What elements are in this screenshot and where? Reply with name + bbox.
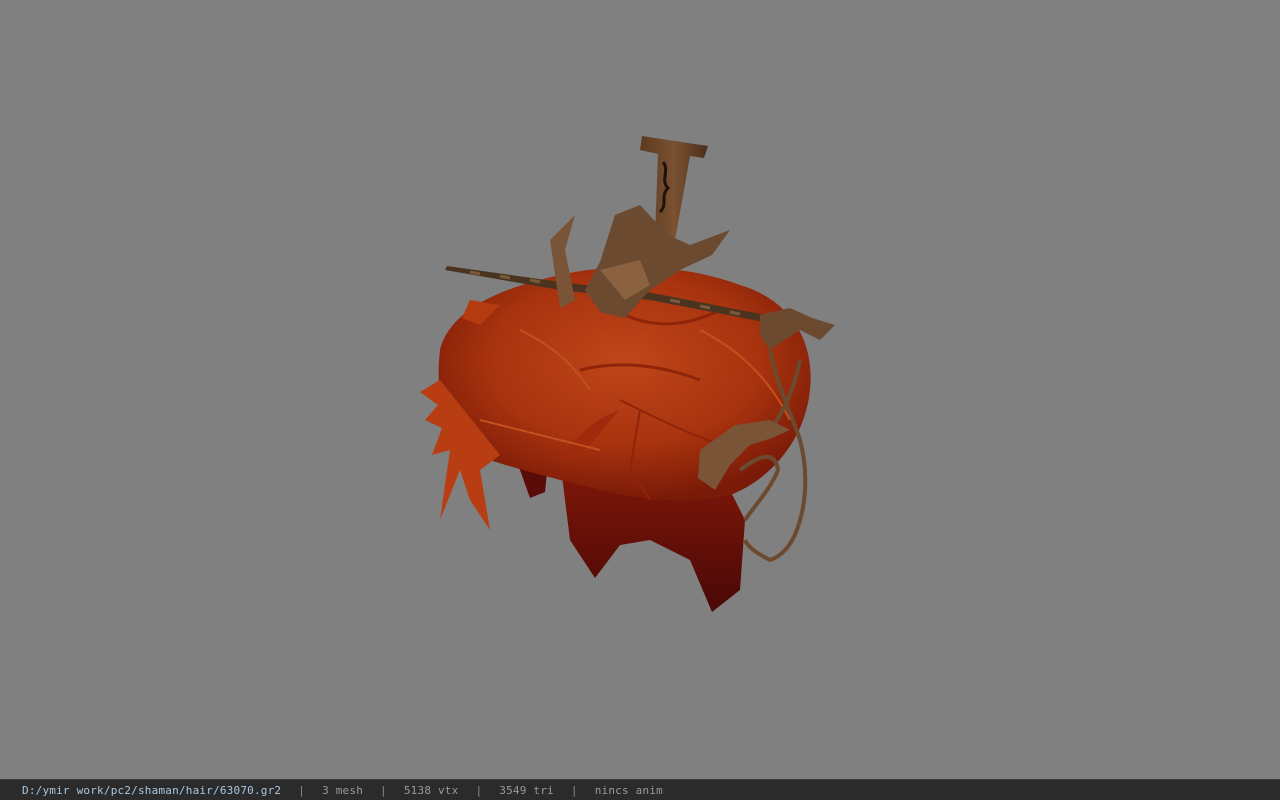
hair-model-render[interactable] [0,0,1280,779]
status-separator: | [475,783,483,797]
status-separator: | [570,783,578,797]
anim-status-text: nincs anim [594,783,663,797]
triangle-count-text: 3549 tri [499,783,554,797]
file-path-text: D:/ymir work/pc2/shaman/hair/63070.gr2 [22,783,282,797]
3d-viewport[interactable] [0,0,1280,779]
status-separator: | [298,783,306,797]
mesh-count-text: 3 mesh [322,783,364,797]
vertex-count-text: 5138 vtx [403,783,459,797]
status-bar: D:/ymir work/pc2/shaman/hair/63070.gr2 |… [0,779,1280,800]
status-separator: | [380,783,387,797]
